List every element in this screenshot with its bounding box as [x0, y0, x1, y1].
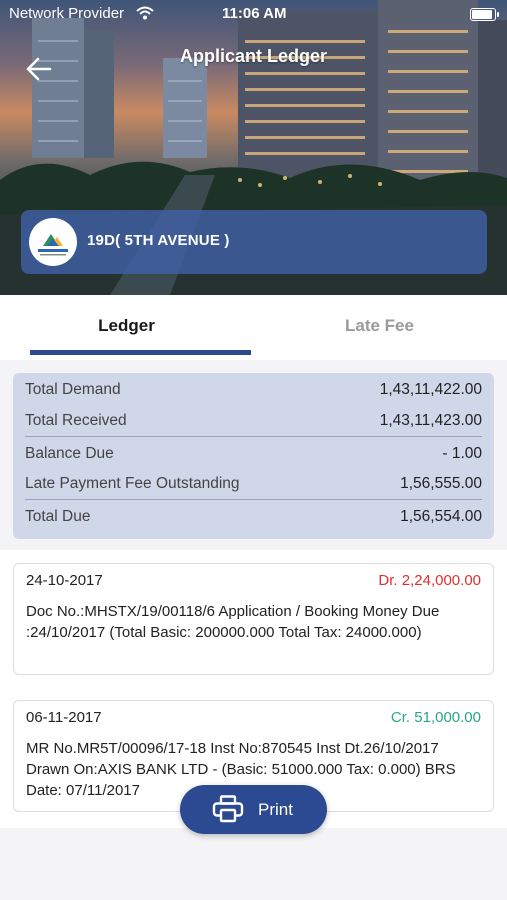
tab-bar: Ledger Late Fee	[0, 295, 507, 360]
summary-row-total-demand: Total Demand 1,43,11,422.00	[25, 373, 482, 404]
summary-value: 1,56,554.00	[400, 507, 482, 525]
summary-row-total-received: Total Received 1,43,11,423.00	[25, 404, 482, 435]
network-provider: Network Provider	[9, 5, 125, 22]
status-time: 11:06 AM	[222, 5, 287, 22]
print-label: Print	[258, 800, 293, 819]
header-hero: Network Provider 11:06 AM Applicant Ledg…	[0, 0, 507, 295]
summary-label: Balance Due	[25, 444, 114, 462]
summary-value: 1,56,555.00	[400, 475, 482, 493]
summary-label: Total Demand	[25, 381, 121, 398]
summary-label: Total Due	[25, 507, 91, 525]
wifi-icon	[136, 6, 154, 24]
summary-section: Total Demand 1,43,11,422.00 Total Receiv…	[0, 360, 507, 550]
summary-card: Total Demand 1,43,11,422.00 Total Receiv…	[13, 373, 494, 539]
project-card: 19D( 5TH AVENUE )	[21, 210, 487, 274]
page-title: Applicant Ledger	[179, 46, 327, 66]
summary-label: Total Received	[25, 412, 127, 430]
tab-late-fee[interactable]: Late Fee	[253, 295, 506, 360]
transaction-amount: Cr. 51,000.00	[390, 709, 481, 726]
merlin-group-logo	[29, 218, 77, 266]
summary-value: 1,43,11,422.00	[379, 381, 482, 398]
active-tab-indicator	[30, 350, 251, 355]
summary-row-balance-due: Balance Due - 1.00	[25, 435, 482, 467]
summary-label: Late Payment Fee Outstanding	[25, 475, 240, 493]
transaction-description: Doc No.:MHSTX/19/00118/6 Application / B…	[26, 603, 440, 641]
printer-icon	[212, 795, 244, 828]
transaction-card[interactable]: 24-10-2017 Dr. 2,24,000.00 Doc No.:MHSTX…	[13, 563, 494, 675]
print-button[interactable]: Print	[180, 785, 327, 834]
project-name: 19D( 5TH AVENUE )	[87, 232, 230, 249]
battery-icon	[470, 8, 499, 21]
summary-row-late-fee-outstanding: Late Payment Fee Outstanding 1,56,555.00	[25, 467, 482, 498]
transaction-amount: Dr. 2,24,000.00	[378, 572, 481, 589]
summary-value: 1,43,11,423.00	[379, 412, 482, 430]
status-bar: Network Provider 11:06 AM	[0, 0, 507, 28]
summary-row-total-due: Total Due 1,56,554.00	[25, 498, 482, 530]
summary-value: - 1.00	[442, 444, 482, 462]
